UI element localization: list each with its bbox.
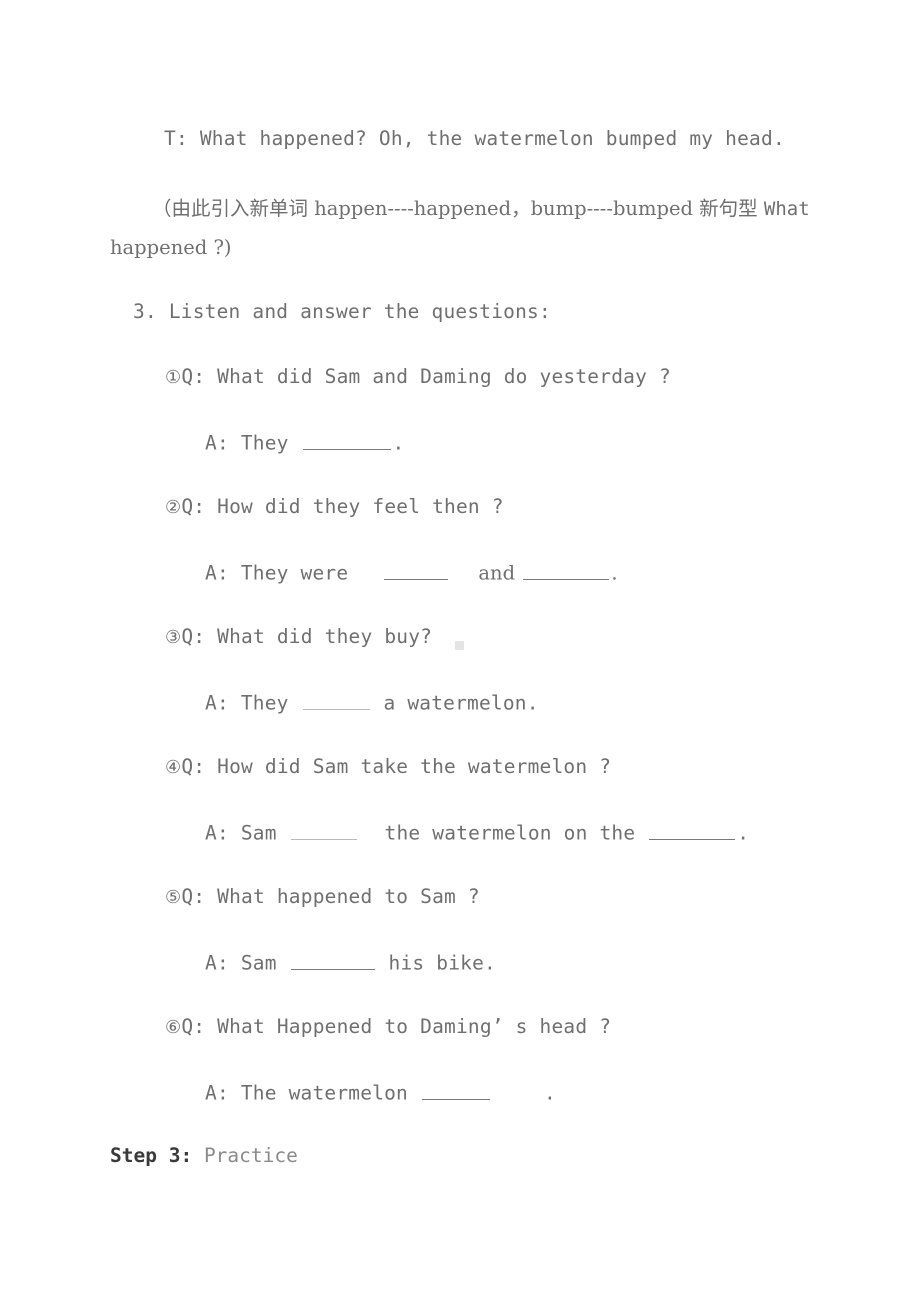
question-prefix-3: Q: bbox=[181, 625, 218, 648]
question-line-6: ⑥Q: What Happened to Daming’ s head ? bbox=[165, 1015, 611, 1038]
answer-prefix-5: A: bbox=[205, 951, 241, 975]
chinese-note-line: （由此引入新单词 happen----happened，bump----bump… bbox=[152, 192, 810, 221]
answer-blank-6a[interactable] bbox=[421, 1080, 490, 1100]
answer-text-before-2: They were bbox=[240, 561, 361, 585]
answer-text-before-4: Sam bbox=[240, 821, 289, 845]
chinese-note-text: （由此引入新单词 happen----happened，bump----bump… bbox=[152, 197, 764, 220]
answer-text-middle-4: the watermelon on the bbox=[372, 821, 648, 845]
question-text-2: How did they feel then ? bbox=[217, 495, 504, 518]
answer-text-before-1: They bbox=[240, 431, 301, 455]
question-text-5: What happened to Sam ? bbox=[217, 885, 480, 908]
question-marker-5: ⑤ bbox=[165, 887, 182, 908]
question-prefix-2: Q: bbox=[181, 495, 218, 518]
question-prefix-5: Q: bbox=[181, 885, 218, 908]
section-heading: 3. Listen and answer the questions: bbox=[133, 300, 551, 323]
question-line-5: ⑤Q: What happened to Sam ? bbox=[165, 885, 480, 908]
answer-text-after-4: . bbox=[737, 821, 750, 845]
question-line-2: ②Q: How did they feel then ? bbox=[165, 495, 504, 518]
question-line-1: ①Q: What did Sam and Daming do yesterday… bbox=[165, 365, 671, 388]
answer-prefix-6: A: bbox=[205, 1081, 241, 1105]
answer-prefix-1: A: bbox=[205, 431, 241, 455]
question-prefix-6: Q: bbox=[181, 1015, 218, 1038]
answer-text-after-1: . bbox=[392, 431, 405, 455]
question-marker-3: ③ bbox=[165, 627, 182, 648]
answer-blank-5a[interactable] bbox=[290, 950, 375, 970]
section-title: Listen and answer the questions: bbox=[168, 300, 551, 323]
answer-line-4: A: Sam the watermelon on the . bbox=[205, 820, 749, 845]
answer-text-before-6: The watermelon bbox=[240, 1081, 420, 1105]
answer-text-before-3: They bbox=[240, 691, 301, 715]
question-line-3: ③Q: What did they buy? bbox=[165, 625, 432, 648]
document-page: T: What happened? Oh, the watermelon bum… bbox=[0, 0, 920, 1302]
question-text-6: What Happened to Daming’ s head ? bbox=[217, 1015, 612, 1038]
question-text-3: What did they buy? bbox=[217, 625, 433, 648]
answer-blank-3a[interactable] bbox=[302, 690, 370, 710]
chinese-note-trailing-word: What bbox=[763, 198, 810, 220]
question-marker-6: ⑥ bbox=[165, 1017, 182, 1038]
question-marker-2: ② bbox=[165, 497, 182, 518]
answer-text-after-6: . bbox=[543, 1081, 556, 1105]
answer-line-6: A: The watermelon . bbox=[205, 1080, 556, 1105]
step-title: Practice bbox=[203, 1144, 298, 1167]
question-marker-4: ④ bbox=[165, 757, 182, 778]
answer-text-middle-3: a watermelon. bbox=[371, 691, 539, 715]
answer-text-before-5: Sam bbox=[240, 951, 289, 975]
answer-line-2: A: They were and . bbox=[205, 560, 618, 585]
teacher-dialogue-line: T: What happened? Oh, the watermelon bum… bbox=[164, 127, 785, 150]
answer-text-middle-5: his bike. bbox=[376, 951, 496, 975]
answer-prefix-2: A: bbox=[205, 561, 241, 585]
watermark-speck bbox=[455, 641, 464, 650]
answer-prefix-3: A: bbox=[205, 691, 241, 715]
step-label: Step 3: bbox=[110, 1144, 193, 1167]
answer-blank-4b[interactable] bbox=[649, 820, 736, 840]
answer-blank-2a[interactable] bbox=[384, 560, 449, 580]
question-text-4: How did Sam take the watermelon ? bbox=[217, 755, 612, 778]
answer-blank-1a[interactable] bbox=[302, 430, 391, 450]
question-prefix-1: Q: bbox=[181, 365, 218, 388]
answer-line-3: A: They a watermelon. bbox=[205, 690, 539, 715]
question-line-4: ④Q: How did Sam take the watermelon ? bbox=[165, 755, 611, 778]
question-marker-1: ① bbox=[165, 367, 182, 388]
answer-text-middle-2: and bbox=[472, 561, 522, 585]
answer-blank-2b[interactable] bbox=[523, 560, 610, 580]
question-prefix-4: Q: bbox=[181, 755, 218, 778]
answer-text-after-2: . bbox=[611, 561, 618, 585]
answer-prefix-4: A: bbox=[205, 821, 241, 845]
answer-line-5: A: Sam his bike. bbox=[205, 950, 496, 975]
step-heading: Step 3: Practice bbox=[110, 1144, 298, 1167]
answer-line-1: A: They . bbox=[205, 430, 404, 455]
answer-blank-4a[interactable] bbox=[290, 820, 357, 840]
question-text-1: What did Sam and Daming do yesterday ? bbox=[217, 365, 671, 388]
section-number: 3. bbox=[133, 300, 157, 323]
chinese-note-wrapped-line: happened ?) bbox=[110, 236, 232, 259]
